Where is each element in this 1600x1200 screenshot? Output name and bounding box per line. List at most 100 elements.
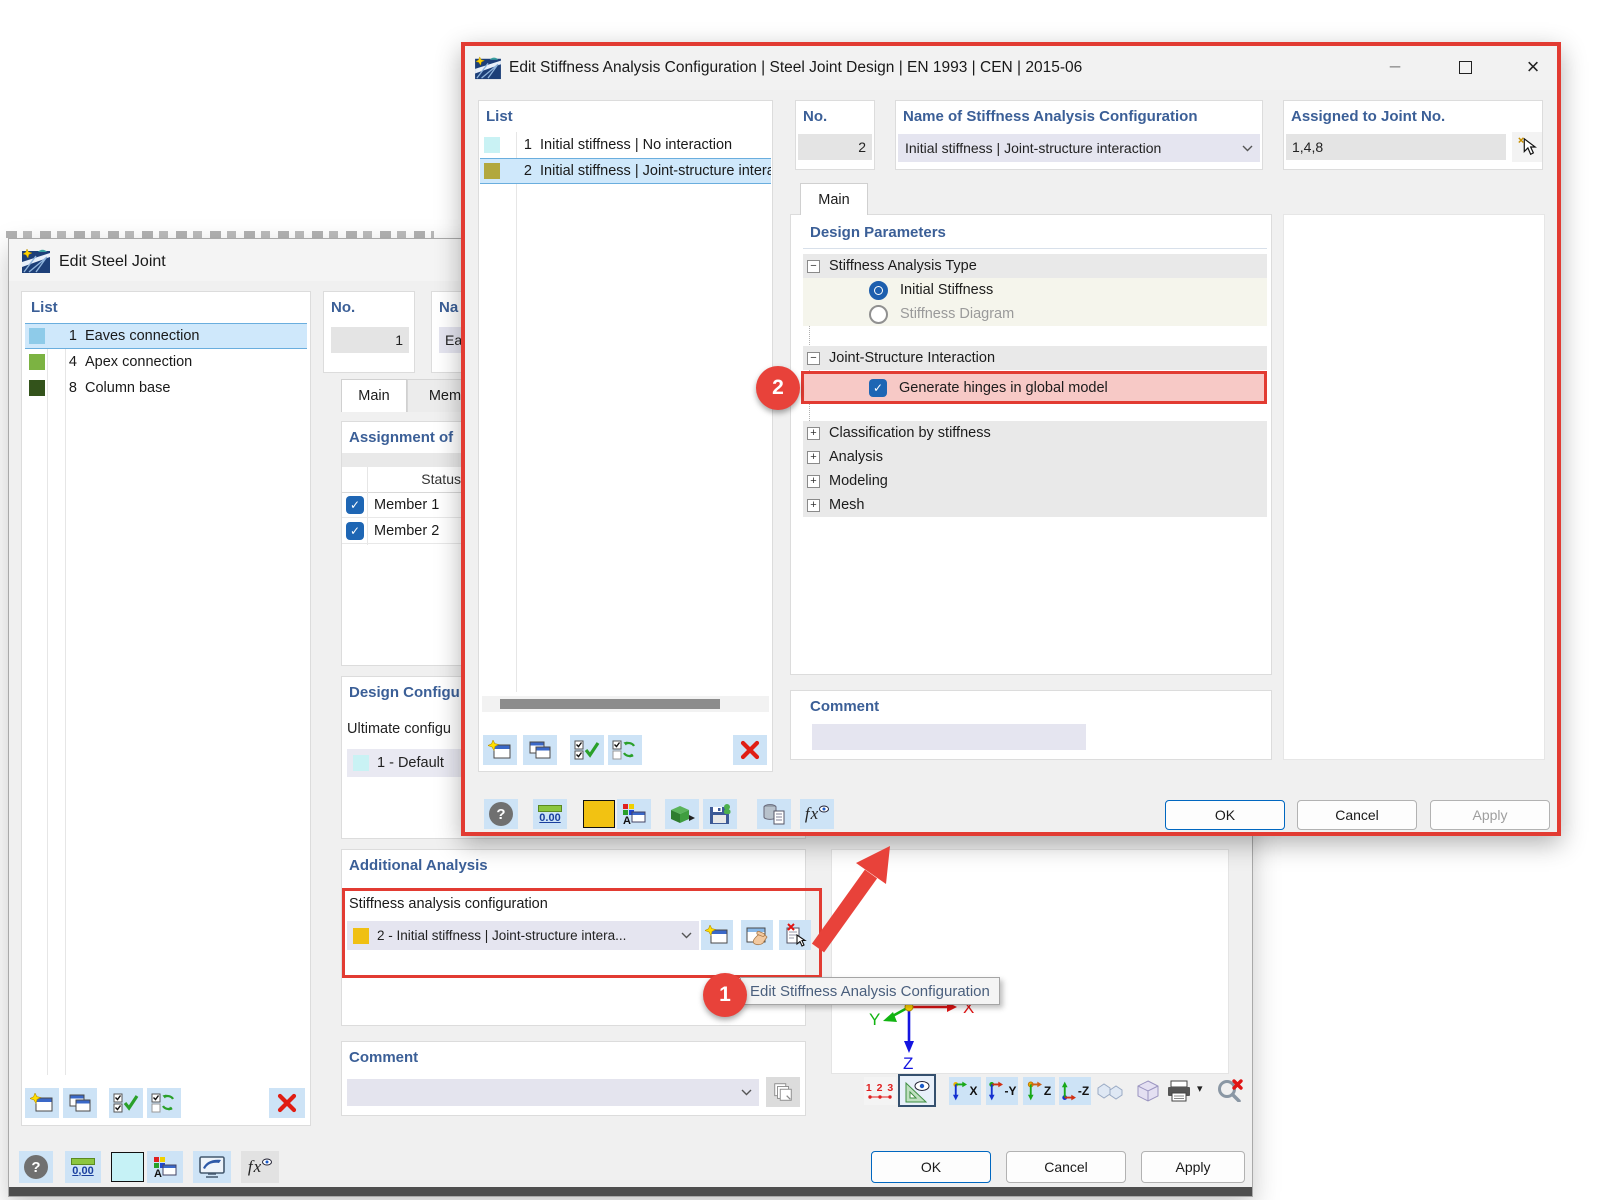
minimize-button[interactable]: – <box>1380 54 1410 80</box>
print-caret[interactable]: ▾ <box>1197 1082 1203 1095</box>
export-button[interactable] <box>665 799 699 829</box>
close-button[interactable]: × <box>1518 54 1548 80</box>
radio-initial-stiffness[interactable] <box>869 280 888 300</box>
comment-input[interactable] <box>812 724 1086 750</box>
collapse-icon[interactable]: − <box>807 351 820 365</box>
radio-stiffness-diagram[interactable] <box>869 304 888 324</box>
list-column-divider <box>516 132 517 692</box>
check-all-icon <box>113 1093 139 1113</box>
toggle-check-icon <box>612 740 635 760</box>
member-1-checkbox[interactable]: ✓ <box>346 496 364 514</box>
display-properties-button[interactable]: A <box>617 799 651 829</box>
check-all-button[interactable] <box>109 1088 143 1118</box>
cancel-zoom-button[interactable] <box>1209 1075 1251 1105</box>
copy-item-button[interactable] <box>63 1088 97 1118</box>
annotation-step-1: 1 <box>703 973 747 1017</box>
formula-button[interactable]: fx <box>800 799 834 829</box>
expand-icon[interactable]: + <box>807 498 820 512</box>
view-z-button[interactable]: Z <box>1023 1077 1055 1105</box>
config-no-input: 2 <box>798 134 872 160</box>
numbering-button[interactable]: 1 2 3 <box>864 1077 896 1105</box>
eye-icon <box>819 805 830 813</box>
toggle-selection-button[interactable] <box>608 735 642 765</box>
axis-y-label: Y <box>869 1010 880 1029</box>
maximize-button[interactable] <box>1450 54 1480 80</box>
iso-blocks-icon <box>1097 1083 1123 1100</box>
expand-icon[interactable]: + <box>807 450 820 464</box>
delete-stiffness-config-button[interactable] <box>779 920 811 950</box>
measure-view-button[interactable] <box>898 1074 936 1107</box>
cancel-button[interactable]: Cancel <box>1297 800 1417 830</box>
config-name-select[interactable]: Initial stiffness | Joint-structure inte… <box>898 134 1260 162</box>
horizontal-scrollbar[interactable] <box>482 696 769 712</box>
cancel-button[interactable]: Cancel <box>1006 1151 1126 1183</box>
generate-hinges-checkbox[interactable]: ✓ <box>869 378 887 397</box>
tree-row-initial-stiffness[interactable]: Initial Stiffness <box>803 278 1267 302</box>
help-button[interactable]: ? <box>484 799 518 829</box>
expand-icon[interactable]: + <box>807 474 820 488</box>
header-divider <box>803 248 1267 249</box>
tree-row-joint-structure-interaction[interactable]: − Joint-Structure Interaction <box>803 346 1267 370</box>
check-all-button[interactable] <box>570 735 604 765</box>
isometric-view-button[interactable] <box>1093 1077 1127 1105</box>
delete-config-button[interactable] <box>733 735 767 765</box>
tree-row-modeling[interactable]: + Modeling <box>803 469 1267 493</box>
tree-row-generate-hinges[interactable]: ✓ Generate hinges in global model <box>803 374 1267 401</box>
tree-row-stiffness-analysis-type[interactable]: − Stiffness Analysis Type <box>803 254 1267 278</box>
collapse-icon[interactable]: − <box>807 259 820 273</box>
config-color-swatch[interactable] <box>583 800 615 828</box>
tree-row-stiffness-diagram[interactable]: Stiffness Diagram <box>803 302 1267 326</box>
ok-button[interactable]: OK <box>1165 800 1285 830</box>
color-scheme-swatch[interactable] <box>111 1152 144 1182</box>
view-x-button[interactable]: X <box>949 1077 981 1105</box>
pick-joints-button[interactable] <box>1512 132 1542 162</box>
no-label: No. <box>803 108 828 125</box>
list-item-eaves-connection[interactable]: 1 Eaves connection <box>25 323 307 349</box>
cube-view-button[interactable] <box>1131 1077 1165 1105</box>
expand-icon[interactable]: + <box>807 426 820 440</box>
tab-main[interactable]: Main <box>341 379 407 412</box>
comment-input[interactable] <box>347 1079 759 1106</box>
list-item-column-base[interactable]: 8 Column base <box>25 375 307 401</box>
member-2-checkbox[interactable]: ✓ <box>346 522 364 540</box>
help-button[interactable]: ? <box>19 1151 53 1183</box>
list-item-no-interaction[interactable]: 1 Initial stiffness | No interaction <box>480 132 771 158</box>
app-icon <box>475 56 501 80</box>
status-column-header: Status <box>421 471 461 487</box>
rendering-button[interactable] <box>193 1151 231 1183</box>
additional-analysis-header: Additional Analysis <box>349 857 488 874</box>
check-all-icon <box>574 740 600 760</box>
display-properties-button[interactable]: A <box>147 1151 183 1183</box>
view-minus-y-button[interactable]: -Y <box>986 1077 1018 1105</box>
list-item-joint-structure[interactable]: 2 Initial stiffness | Joint-structure in… <box>480 158 771 184</box>
scrollbar-thumb[interactable] <box>500 699 720 709</box>
units-button[interactable]: 0.00 <box>533 799 567 829</box>
units-button[interactable]: 0,00 <box>65 1151 101 1183</box>
apply-button[interactable]: Apply <box>1141 1151 1245 1183</box>
delete-item-button[interactable] <box>269 1088 305 1118</box>
new-config-button[interactable] <box>483 735 517 765</box>
stiffness-config-select[interactable]: 2 - Initial stiffness | Joint-structure … <box>347 921 699 950</box>
edit-stiffness-config-button[interactable] <box>741 920 773 950</box>
apply-button[interactable]: Apply <box>1430 800 1550 830</box>
tree-row-classification[interactable]: + Classification by stiffness <box>803 421 1267 445</box>
copy-config-button[interactable] <box>523 735 557 765</box>
edit-window-hand-icon <box>746 927 768 946</box>
database-document-icon <box>763 804 785 825</box>
tree-row-analysis[interactable]: + Analysis <box>803 445 1267 469</box>
list-item-apex-connection[interactable]: 4 Apex connection <box>25 349 307 375</box>
list-header: List <box>31 299 58 316</box>
new-item-button[interactable] <box>25 1088 59 1118</box>
ok-button[interactable]: OK <box>871 1151 991 1183</box>
new-stiffness-config-button[interactable] <box>701 920 733 950</box>
view-minus-z-button[interactable]: -Z <box>1059 1077 1091 1105</box>
print-button[interactable] <box>1163 1077 1195 1105</box>
tree-row-mesh[interactable]: + Mesh <box>803 493 1267 517</box>
formula-button[interactable]: fx <box>241 1151 279 1183</box>
database-button[interactable] <box>757 799 791 829</box>
copy-comment-button[interactable] <box>766 1077 800 1107</box>
clipped-background-window-text <box>6 231 434 238</box>
tab-main[interactable]: Main <box>800 183 868 215</box>
toggle-selection-button[interactable] <box>147 1088 181 1118</box>
save-as-button[interactable] <box>703 799 737 829</box>
